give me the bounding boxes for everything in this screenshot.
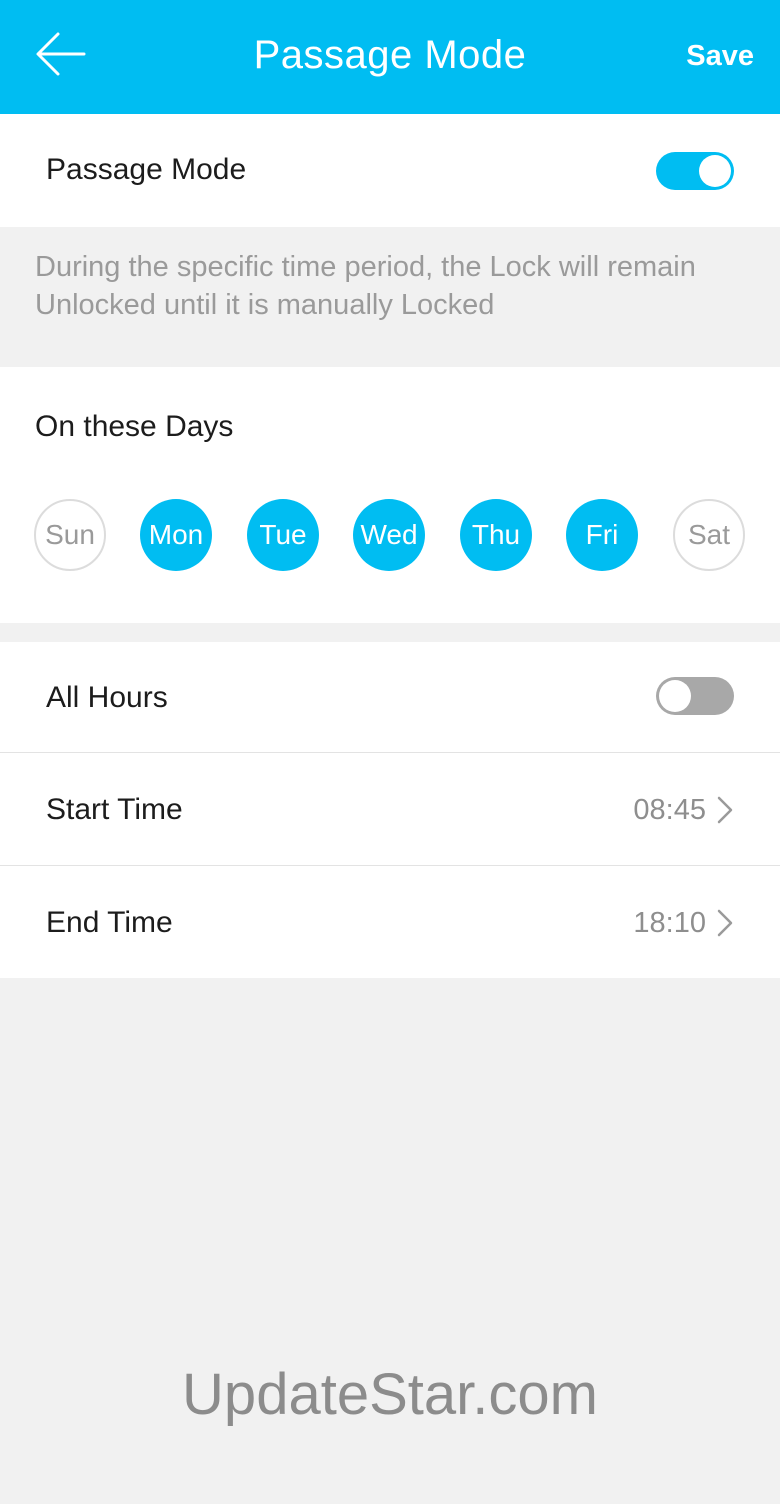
day-sat[interactable]: Sat: [673, 499, 745, 571]
day-thu[interactable]: Thu: [460, 499, 532, 571]
all-hours-toggle[interactable]: [656, 677, 734, 715]
page-title: Passage Mode: [253, 33, 527, 77]
chevron-right-icon: [717, 909, 733, 937]
end-time-value: 18:10: [633, 907, 706, 939]
day-wed[interactable]: Wed: [353, 499, 425, 571]
day-sun[interactable]: Sun: [34, 499, 106, 571]
day-fri[interactable]: Fri: [566, 499, 638, 571]
days-title: On these Days: [35, 410, 234, 443]
passage-mode-row: Passage Mode: [0, 114, 780, 227]
start-time-value: 08:45: [633, 794, 706, 826]
passage-mode-description: During the specific time period, the Loc…: [35, 251, 696, 321]
toggle-knob: [699, 155, 731, 187]
chevron-right-icon: [717, 796, 733, 824]
all-hours-label: All Hours: [46, 681, 168, 714]
app-bar: Passage Mode Save: [0, 0, 780, 114]
end-time-label: End Time: [46, 906, 173, 939]
watermark: UpdateStar.com: [182, 1362, 598, 1427]
end-time-row[interactable]: End Time 18:10: [0, 866, 780, 978]
all-hours-row: All Hours: [0, 642, 780, 752]
start-time-row[interactable]: Start Time 08:45: [0, 753, 780, 865]
start-time-label: Start Time: [46, 793, 183, 826]
day-tue[interactable]: Tue: [247, 499, 319, 571]
toggle-knob: [659, 680, 691, 712]
day-mon[interactable]: Mon: [140, 499, 212, 571]
passage-mode-toggle[interactable]: [656, 152, 734, 190]
days-section: [0, 367, 780, 623]
passage-mode-label: Passage Mode: [46, 153, 247, 186]
save-button[interactable]: Save: [686, 38, 754, 74]
arrow-left-icon: [36, 32, 86, 76]
back-button[interactable]: [30, 26, 90, 82]
